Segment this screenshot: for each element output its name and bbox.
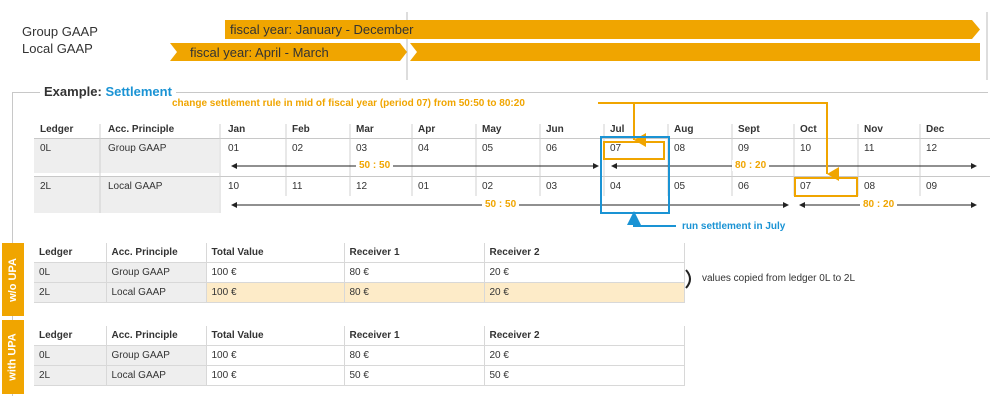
with-r1-receiver1: 80 € — [344, 345, 485, 366]
ratio-2l-8020: 80 : 20 — [860, 199, 898, 210]
with-r2-principle: Local GAAP — [106, 365, 207, 386]
with-hdr-principle: Acc. Principle — [106, 326, 207, 346]
row2l-p7: 04 — [610, 181, 622, 192]
wo-hdr-receiver2: Receiver 2 — [484, 243, 685, 263]
with-upa-header-row: Ledger Acc. Principle Total Value Receiv… — [34, 326, 685, 346]
with-hdr-receiver2: Receiver 2 — [484, 326, 685, 346]
row2l-p8: 05 — [674, 181, 686, 192]
row2l-principle: Local GAAP — [108, 181, 163, 192]
wo-r2-total: 100 € — [206, 282, 345, 303]
table-row: 2L Local GAAP 100 € 50 € 50 € — [34, 365, 685, 386]
row0l-p4: 04 — [418, 143, 430, 154]
row2l-p4: 01 — [418, 181, 430, 192]
row2l-p2: 11 — [292, 181, 303, 192]
with-upa-tab: with UPA — [2, 320, 24, 394]
with-upa-tab-label: with UPA — [7, 333, 19, 381]
with-r2-total: 100 € — [206, 365, 345, 386]
wo-upa-table: Ledger Acc. Principle Total Value Receiv… — [34, 243, 685, 303]
row2l-p6: 03 — [546, 181, 558, 192]
row0l-p3: 03 — [356, 143, 368, 154]
with-hdr-total: Total Value — [206, 326, 345, 346]
row0l-p8: 08 — [674, 143, 686, 154]
wo-hdr-total: Total Value — [206, 243, 345, 263]
with-hdr-receiver1: Receiver 1 — [344, 326, 485, 346]
wo-upa-tab-label: w/o UPA — [7, 257, 20, 302]
wo-r2-receiver1: 80 € — [344, 282, 485, 303]
wo-hdr-principle: Acc. Principle — [106, 243, 207, 263]
with-upa-table: Ledger Acc. Principle Total Value Receiv… — [34, 326, 685, 386]
row2l-p5: 02 — [482, 181, 494, 192]
copy-bracket — [685, 269, 691, 289]
wo-r1-ledger: 0L — [34, 262, 107, 283]
with-hdr-ledger: Ledger — [34, 326, 107, 346]
row0l-p1: 01 — [228, 143, 240, 154]
with-r2-receiver1: 50 € — [344, 365, 485, 386]
row2l-p11: 08 — [864, 181, 876, 192]
wo-upa-header-row: Ledger Acc. Principle Total Value Receiv… — [34, 243, 685, 263]
wo-r1-total: 100 € — [206, 262, 345, 283]
with-r1-receiver2: 20 € — [484, 345, 685, 366]
wo-hdr-ledger: Ledger — [34, 243, 107, 263]
row0l-p6: 06 — [546, 143, 558, 154]
wo-r2-receiver2: 20 € — [484, 282, 685, 303]
row2l-ledger: 2L — [40, 181, 52, 192]
wo-r1-receiver1: 80 € — [344, 262, 485, 283]
with-r1-total: 100 € — [206, 345, 345, 366]
row0l-p5: 05 — [482, 143, 494, 154]
table-row: 0L Group GAAP 100 € 80 € 20 € — [34, 262, 685, 283]
wo-r1-receiver2: 20 € — [484, 262, 685, 283]
copy-note: values copied from ledger 0L to 2L — [702, 273, 856, 284]
row0l-p7: 07 — [610, 143, 622, 154]
row0l-p2: 02 — [292, 143, 304, 154]
run-settlement-note: run settlement in July — [682, 221, 786, 232]
wo-r2-ledger: 2L — [34, 282, 107, 303]
ratio-2l-5050: 50 : 50 — [482, 199, 520, 210]
with-r2-receiver2: 50 € — [484, 365, 685, 386]
wo-hdr-receiver1: Receiver 1 — [344, 243, 485, 263]
with-r1-principle: Group GAAP — [106, 345, 207, 366]
table-row: 0L Group GAAP 100 € 80 € 20 € — [34, 345, 685, 366]
timeline-row-0l: 0L Group GAAP 01 02 03 04 05 06 07 08 09… — [0, 143, 997, 157]
row0l-principle: Group GAAP — [108, 143, 167, 154]
with-r1-ledger: 0L — [34, 345, 107, 366]
row0l-ledger: 0L — [40, 143, 52, 154]
wo-r1-principle: Group GAAP — [106, 262, 207, 283]
row0l-p12: 12 — [926, 143, 938, 154]
row2l-p1: 10 — [228, 181, 240, 192]
with-r2-ledger: 2L — [34, 365, 107, 386]
row2l-p9: 06 — [738, 181, 750, 192]
row2l-p12: 09 — [926, 181, 938, 192]
ratio-0l-8020: 80 : 20 — [732, 160, 770, 171]
row0l-p11: 11 — [864, 143, 875, 154]
row0l-p9: 09 — [738, 143, 750, 154]
ratio-0l-5050: 50 : 50 — [356, 160, 394, 171]
wo-r2-principle: Local GAAP — [106, 282, 207, 303]
run-settlement-connector — [627, 211, 676, 227]
row2l-p10: 07 — [800, 181, 812, 192]
table-row: 2L Local GAAP 100 € 80 € 20 € — [34, 282, 685, 303]
wo-upa-tab: w/o UPA — [2, 243, 24, 316]
row0l-p10: 10 — [800, 143, 812, 154]
row2l-p3: 12 — [356, 181, 368, 192]
timeline-row-2l: 2L Local GAAP 10 11 12 01 02 03 04 05 06… — [0, 181, 997, 195]
